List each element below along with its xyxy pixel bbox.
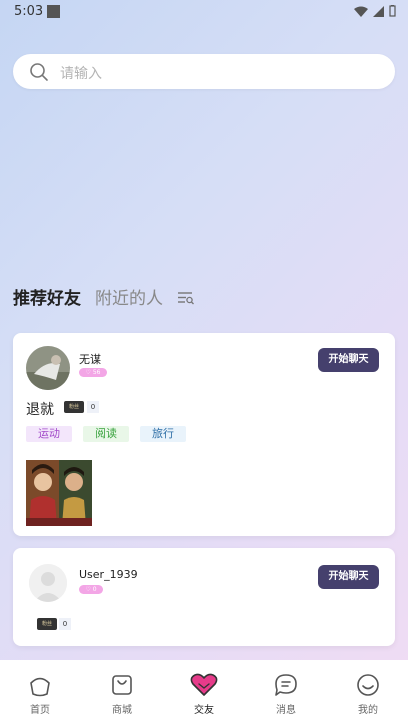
user-card[interactable]: 无谋 ♡ 56 开始聊天 退就 粉丝 0 运动 阅读 旅行: [13, 333, 395, 536]
search-input[interactable]: 请输入: [60, 63, 102, 83]
start-chat-button[interactable]: 开始聊天: [318, 565, 379, 589]
battery-icon: [389, 5, 396, 17]
friend-tabs: 推荐好友 附近的人: [13, 283, 195, 309]
nav-item-messages[interactable]: 消息: [256, 672, 316, 716]
home-icon: [30, 677, 50, 697]
user-card[interactable]: User_1939 ♡ 0 开始聊天 粉丝 0: [13, 548, 395, 646]
bottom-nav: 首页 商城 交友 消息 我的: [0, 660, 408, 725]
tab-recommended[interactable]: 推荐好友: [13, 284, 81, 309]
notification-icon: [47, 5, 60, 18]
nav-item-friends[interactable]: 交友: [174, 672, 234, 716]
nav-item-home[interactable]: 首页: [10, 672, 70, 716]
tab-nearby[interactable]: 附近的人: [95, 284, 163, 309]
wifi-icon: [354, 6, 368, 17]
filter-icon[interactable]: [177, 290, 195, 306]
nav-item-shop[interactable]: 商城: [92, 672, 152, 716]
nav-label: 商城: [112, 705, 132, 716]
vip-badge: ♡ 0: [79, 585, 103, 594]
start-chat-button[interactable]: 开始聊天: [318, 348, 379, 372]
vip-level: 0: [92, 586, 97, 593]
user-bio: 退就: [26, 402, 54, 418]
status-bar: 5:03: [0, 0, 408, 24]
interest-tag: 阅读: [83, 426, 129, 442]
avatar[interactable]: [26, 346, 70, 390]
interest-tag: 旅行: [140, 426, 186, 442]
signal-icon: [373, 5, 384, 17]
nav-label: 交友: [194, 705, 214, 716]
status-icons: [354, 5, 396, 17]
fans-count: 0: [87, 401, 99, 413]
nav-item-profile[interactable]: 我的: [338, 672, 398, 716]
nav-label: 我的: [358, 705, 378, 716]
heart-icon: [190, 673, 218, 696]
nav-label: 消息: [276, 705, 296, 716]
username: User_1939: [79, 568, 138, 581]
nav-label: 首页: [30, 705, 50, 716]
fans-badge: 粉丝: [37, 618, 57, 630]
shopping-bag-icon: [112, 675, 132, 695]
search-bar[interactable]: 请输入: [13, 54, 395, 89]
user-photo[interactable]: [26, 460, 92, 526]
fans-badge: 粉丝: [64, 401, 84, 413]
search-icon: [30, 63, 48, 81]
vip-level: 56: [92, 369, 101, 376]
chat-bubble-icon: [275, 674, 297, 696]
interest-tag: 运动: [26, 426, 72, 442]
status-time: 5:03: [14, 4, 44, 19]
avatar[interactable]: [29, 564, 67, 602]
vip-badge: ♡ 56: [79, 368, 107, 377]
username: 无谋: [79, 353, 101, 366]
fans-count: 0: [59, 618, 71, 630]
smile-face-icon: [357, 674, 379, 696]
